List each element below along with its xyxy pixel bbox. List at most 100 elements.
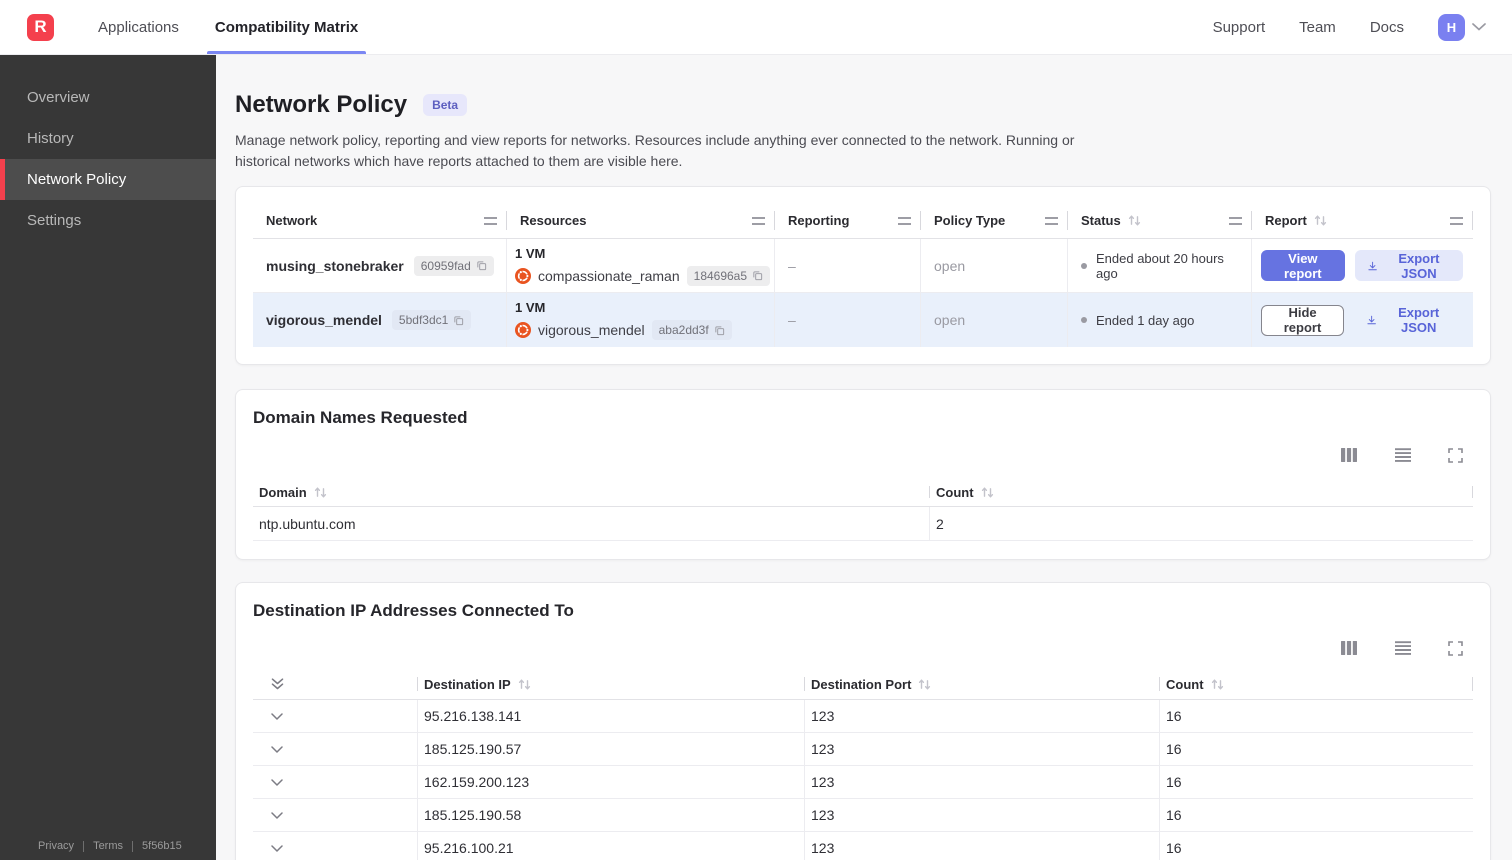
column-header-policy-type: Policy Type <box>921 203 1068 238</box>
export-json-label: Export JSON <box>1398 305 1440 335</box>
fullscreen-icon[interactable] <box>1448 640 1463 656</box>
network-row[interactable]: vigorous_mendel 5bdf3dc1 1 VM vigorous_m… <box>253 293 1473 347</box>
expand-all-icon[interactable] <box>271 678 284 690</box>
nav-support[interactable]: Support <box>1213 19 1266 36</box>
network-row[interactable]: musing_stonebraker 60959fad 1 VM compass… <box>253 239 1473 293</box>
vm-summary: 1 VM <box>515 300 546 315</box>
column-header-destination-ip: Destination IP <box>418 669 805 699</box>
sort-icon[interactable] <box>981 487 994 498</box>
primary-nav: Applications Compatibility Matrix <box>90 0 386 54</box>
count-cell: 16 <box>1166 807 1182 823</box>
sidebar: Overview History Network Policy Settings… <box>0 55 216 860</box>
nav-compatibility-matrix[interactable]: Compatibility Matrix <box>206 0 367 54</box>
column-menu-icon[interactable] <box>484 216 497 225</box>
sidebar-item-settings[interactable]: Settings <box>0 200 216 241</box>
resource-id-pill[interactable]: 184696a5 <box>686 265 771 286</box>
copy-icon[interactable] <box>714 325 725 336</box>
download-icon <box>1367 315 1376 325</box>
column-menu-icon[interactable] <box>1229 216 1242 225</box>
status-dot-icon <box>1081 317 1087 323</box>
avatar[interactable]: H <box>1438 13 1465 41</box>
destination-port-cell: 123 <box>805 832 1160 860</box>
chevron-down-icon[interactable] <box>271 778 283 786</box>
resources-cell: 1 VM compassionate_raman 184696a5 <box>507 239 775 292</box>
sort-icon[interactable] <box>1314 215 1327 226</box>
column-menu-icon[interactable] <box>752 216 765 225</box>
chevron-down-icon[interactable] <box>271 844 283 852</box>
table-row[interactable]: 95.216.100.21 123 16 <box>253 832 1473 860</box>
expander-cell <box>253 766 418 798</box>
column-header-resources: Resources <box>507 203 775 238</box>
resource-id: aba2dd3f <box>658 323 709 337</box>
count-cell: 2 <box>936 515 944 532</box>
table-row[interactable]: 185.125.190.57 123 16 <box>253 733 1473 766</box>
page-title: Network Policy <box>235 91 408 118</box>
sidebar-footer: Privacy Terms 5f56b15 <box>38 840 182 852</box>
table-row[interactable]: ntp.ubuntu.com 2 <box>253 507 1473 541</box>
export-json-button[interactable]: Export JSON <box>1354 305 1463 336</box>
download-icon <box>1368 261 1377 270</box>
ubuntu-icon <box>515 267 531 284</box>
chevron-down-icon[interactable] <box>1472 23 1486 31</box>
sidebar-item-overview[interactable]: Overview <box>0 77 216 118</box>
app-logo[interactable]: R <box>27 13 54 41</box>
nav-team[interactable]: Team <box>1299 19 1336 36</box>
reporting-value: – <box>788 257 796 274</box>
build-hash: 5f56b15 <box>142 840 182 852</box>
sidebar-item-network-policy[interactable]: Network Policy <box>0 159 216 200</box>
column-header-expander <box>253 669 418 699</box>
list-icon[interactable] <box>1394 640 1412 656</box>
column-label: Domain <box>259 484 307 500</box>
export-json-button[interactable]: Export JSON <box>1354 250 1463 281</box>
destinations-card-title: Destination IP Addresses Connected To <box>253 601 574 620</box>
nav-applications[interactable]: Applications <box>90 0 187 54</box>
copy-icon[interactable] <box>453 315 464 326</box>
expander-cell <box>253 799 418 831</box>
list-icon[interactable] <box>1394 447 1412 463</box>
expander-cell <box>253 733 418 765</box>
column-menu-icon[interactable] <box>1450 216 1463 225</box>
column-header-network: Network <box>253 203 507 238</box>
domains-card-title: Domain Names Requested <box>253 408 468 427</box>
sort-icon[interactable] <box>1128 215 1141 226</box>
fullscreen-icon[interactable] <box>1448 447 1463 463</box>
status-text: Ended 1 day ago <box>1096 312 1195 328</box>
column-menu-icon[interactable] <box>1045 216 1058 225</box>
reporting-value: – <box>788 312 796 328</box>
policy-type-cell: open <box>921 239 1068 292</box>
column-header-reporting: Reporting <box>775 203 921 238</box>
topbar: R Applications Compatibility Matrix Supp… <box>0 0 1512 55</box>
terms-link[interactable]: Terms <box>93 840 123 852</box>
hide-report-button[interactable]: Hide report <box>1261 304 1345 336</box>
sort-icon[interactable] <box>314 487 327 498</box>
destination-port-cell: 123 <box>805 733 1160 765</box>
table-toolbar <box>253 637 1473 659</box>
sidebar-item-history[interactable]: History <box>0 118 216 159</box>
table-row[interactable]: 162.159.200.123 123 16 <box>253 766 1473 799</box>
chevron-down-icon[interactable] <box>271 712 283 720</box>
table-row[interactable]: 185.125.190.58 123 16 <box>253 799 1473 832</box>
policy-type-value: open <box>934 312 966 328</box>
destinations-card: Destination IP Addresses Connected To De… <box>235 582 1491 860</box>
table-row[interactable]: 95.216.138.141 123 16 <box>253 700 1473 733</box>
columns-icon[interactable] <box>1340 640 1358 656</box>
chevron-down-icon[interactable] <box>271 811 283 819</box>
network-id-pill[interactable]: 5bdf3dc1 <box>391 310 472 330</box>
sort-icon[interactable] <box>1211 679 1224 690</box>
sort-icon[interactable] <box>918 679 931 690</box>
column-label: Resources <box>520 213 587 228</box>
copy-icon[interactable] <box>752 270 763 281</box>
privacy-link[interactable]: Privacy <box>38 840 74 852</box>
chevron-down-icon[interactable] <box>271 745 283 753</box>
table-toolbar <box>253 444 1473 466</box>
network-name: vigorous_mendel <box>266 312 382 328</box>
columns-icon[interactable] <box>1340 447 1358 463</box>
column-menu-icon[interactable] <box>898 216 911 225</box>
network-id-pill[interactable]: 60959fad <box>413 255 494 276</box>
sort-icon[interactable] <box>518 679 531 690</box>
view-report-button[interactable]: View report <box>1261 250 1345 281</box>
nav-docs[interactable]: Docs <box>1370 19 1404 36</box>
copy-icon[interactable] <box>476 260 487 271</box>
policy-type-value: open <box>934 257 966 274</box>
resource-id-pill[interactable]: aba2dd3f <box>651 320 732 340</box>
